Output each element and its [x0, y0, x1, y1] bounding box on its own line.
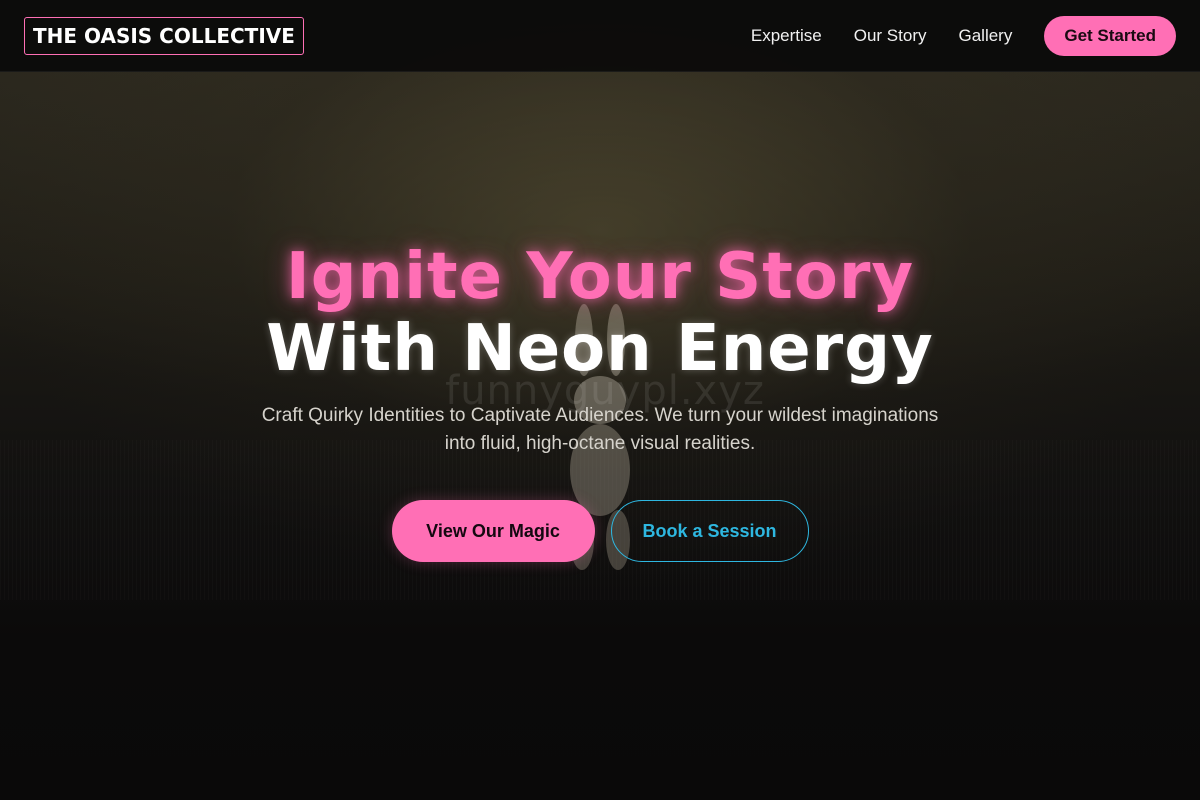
nav-link-gallery[interactable]: Gallery [959, 26, 1013, 46]
get-started-button[interactable]: Get Started [1044, 16, 1176, 56]
main-nav: Expertise Our Story Gallery Get Started [751, 16, 1176, 56]
nav-link-expertise[interactable]: Expertise [751, 26, 822, 46]
hero-subtitle: Craft Quirky Identities to Captivate Aud… [261, 405, 939, 454]
brand-logo[interactable]: THE OASIS COLLECTIVE [24, 17, 304, 55]
headline-line-2: With Neon Energy [266, 312, 934, 386]
headline-line-1: Ignite Your Story [285, 240, 915, 314]
site-header: THE OASIS COLLECTIVE Expertise Our Story… [0, 0, 1200, 72]
brand-logo-text: THE OASIS COLLECTIVE [33, 24, 295, 48]
nav-link-our-story[interactable]: Our Story [854, 26, 927, 46]
view-our-magic-button[interactable]: View Our Magic [391, 500, 595, 562]
hero-headline: Ignite Your Story With Neon Energy [0, 240, 1200, 384]
hero-button-group: View Our Magic Book a Session [0, 500, 1200, 562]
book-a-session-button[interactable]: Book a Session [610, 500, 809, 562]
hero-section: Ignite Your Story With Neon Energy Craft… [0, 240, 1200, 562]
landing-page: funnyguypl.xyz THE OASIS COLLECTIVE Expe… [0, 0, 1200, 800]
